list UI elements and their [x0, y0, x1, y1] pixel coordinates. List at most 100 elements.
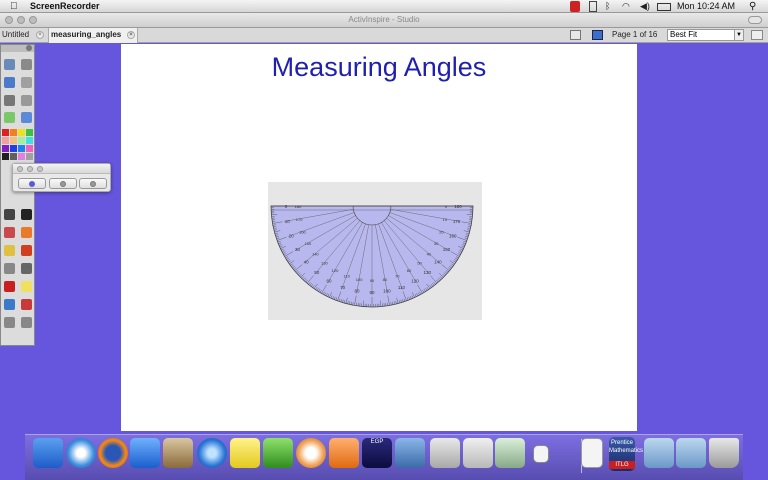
undo-tool-icon[interactable]	[4, 317, 15, 328]
color-swatch[interactable]	[2, 153, 9, 160]
battery-icon[interactable]	[657, 3, 671, 11]
sprout-icon[interactable]	[263, 438, 293, 468]
color-swatch[interactable]	[26, 129, 33, 136]
protractor-inner-label: 70	[395, 274, 400, 279]
wifi-icon[interactable]: ◠	[622, 1, 634, 12]
note-tool-icon[interactable]	[21, 281, 32, 292]
protractor-inner-label: 120	[332, 268, 339, 273]
color-swatch[interactable]	[10, 129, 17, 136]
bluetooth-icon[interactable]: ᛒ	[605, 1, 615, 12]
palette-pen-large-button[interactable]	[79, 178, 107, 189]
color-swatch[interactable]	[10, 153, 17, 160]
recording-icon[interactable]	[570, 1, 580, 12]
globe-tool-icon[interactable]	[4, 112, 15, 123]
downloads-folder-icon[interactable]	[676, 438, 706, 468]
finder-icon[interactable]	[33, 438, 63, 468]
flipchart-canvas[interactable]: Measuring Angles 0 10 20 30 40 50 60 70 80 90 100 1…	[121, 44, 637, 431]
zoom-select[interactable]: Best Fit ▼	[667, 29, 744, 41]
grab-icon[interactable]	[463, 438, 493, 468]
color-swatch[interactable]	[18, 145, 25, 152]
color-swatch[interactable]	[18, 137, 25, 144]
palette-minimize-button[interactable]	[27, 166, 33, 172]
protractor-inner-label: 140	[312, 252, 319, 257]
stickies-icon[interactable]	[230, 438, 260, 468]
folder-icon[interactable]	[644, 438, 674, 468]
color-swatch[interactable]	[26, 137, 33, 144]
trash-icon[interactable]	[709, 438, 739, 468]
reset-tool-icon[interactable]	[21, 299, 32, 310]
marker-tool-icon[interactable]	[21, 227, 32, 238]
document-icon[interactable]	[533, 445, 549, 463]
tab-close-icon[interactable]: ×	[127, 31, 135, 39]
spotlight-icon[interactable]: ⚲	[749, 0, 756, 13]
color-swatch[interactable]	[26, 153, 33, 160]
table-tool-icon[interactable]	[4, 95, 15, 106]
clock-tool-icon[interactable]	[21, 263, 32, 274]
camera-tool-icon[interactable]	[4, 77, 15, 88]
sync-icon[interactable]	[589, 1, 597, 12]
color-swatch[interactable]	[10, 145, 17, 152]
page-tool-icon[interactable]	[21, 59, 32, 70]
protractor-inner-label: 150	[305, 241, 312, 246]
apple-menu-icon[interactable]: 	[10, 0, 18, 13]
textbook-icon[interactable]: Prentice Mathematics ITLG	[609, 437, 643, 471]
delete-tool-icon[interactable]	[4, 281, 15, 292]
page-view-icon[interactable]	[592, 30, 603, 40]
window-title-bar: ActivInspire - Studio	[0, 13, 768, 28]
pointer-tool-icon[interactable]	[4, 209, 15, 220]
utility-icon[interactable]	[495, 438, 525, 468]
link-tool-icon[interactable]	[21, 112, 32, 123]
tool-tool-icon[interactable]	[4, 299, 15, 310]
color-swatch[interactable]	[26, 145, 33, 152]
app-menu-name[interactable]: ScreenRecorder	[30, 0, 100, 13]
safari-icon[interactable]	[66, 438, 96, 468]
eraser-tool-icon[interactable]	[21, 95, 32, 106]
close-icon[interactable]	[26, 45, 32, 51]
color-swatch[interactable]	[18, 153, 25, 160]
color-swatch[interactable]	[2, 145, 9, 152]
shape-tool-icon[interactable]	[4, 263, 15, 274]
tab-untitled[interactable]: Untitled ×	[0, 28, 46, 43]
iphoto-icon[interactable]	[163, 438, 193, 468]
palette-close-button[interactable]	[17, 166, 23, 172]
preview-icon[interactable]	[395, 438, 425, 468]
tab-measuring-angles[interactable]: measuring_angles ×	[48, 28, 138, 43]
palette-pen-small-button[interactable]	[18, 178, 46, 189]
chevron-down-icon[interactable]: ▼	[734, 30, 743, 40]
promethean-icon[interactable]	[329, 438, 359, 468]
fullscreen-icon[interactable]	[751, 30, 763, 40]
color-swatch[interactable]	[18, 129, 25, 136]
menu-clock[interactable]: Mon 10:24 AM	[677, 0, 735, 13]
calculator-icon[interactable]	[430, 438, 460, 468]
fill-tool-icon[interactable]	[21, 245, 32, 256]
egp-icon[interactable]: EGP	[362, 438, 392, 468]
color-swatch[interactable]	[2, 129, 9, 136]
protractor-inner-label: 60	[407, 268, 412, 273]
slide-title: Measuring Angles	[271, 52, 487, 82]
color-swatch[interactable]	[2, 137, 9, 144]
protractor-outer-label: 40	[304, 259, 310, 264]
protractor-inner-label: 100	[356, 277, 363, 282]
toolbar-toggle-button[interactable]	[748, 16, 762, 24]
protractor-image[interactable]: 0 10 20 30 40 50 60 70 80 90 100 110 120 130 140 150 160…	[268, 182, 482, 320]
file-icon[interactable]	[581, 438, 603, 468]
highlight-tool-icon[interactable]	[4, 245, 15, 256]
itunes-icon[interactable]	[197, 438, 227, 468]
protractor-outer-label: 60	[326, 278, 332, 283]
inspire-icon[interactable]	[296, 438, 326, 468]
select-tool-icon[interactable]	[4, 59, 15, 70]
palette-pen-medium-button[interactable]	[49, 178, 77, 189]
zoom-value: Best Fit	[670, 30, 698, 39]
volume-icon[interactable]: ◀)	[640, 1, 650, 12]
redo-tool-icon[interactable]	[21, 317, 32, 328]
page-browser-icon[interactable]	[570, 30, 581, 40]
zoom-tool-icon[interactable]	[21, 77, 32, 88]
document-tab-bar: Untitled × measuring_angles × Page 1 of …	[0, 28, 768, 43]
word-icon[interactable]	[130, 438, 160, 468]
palette-zoom-button[interactable]	[37, 166, 43, 172]
text-tool-icon[interactable]	[21, 209, 32, 220]
color-swatch[interactable]	[10, 137, 17, 144]
tab-close-icon[interactable]: ×	[36, 31, 44, 39]
pen-tool-icon[interactable]	[4, 227, 15, 238]
firefox-icon[interactable]	[98, 438, 128, 468]
